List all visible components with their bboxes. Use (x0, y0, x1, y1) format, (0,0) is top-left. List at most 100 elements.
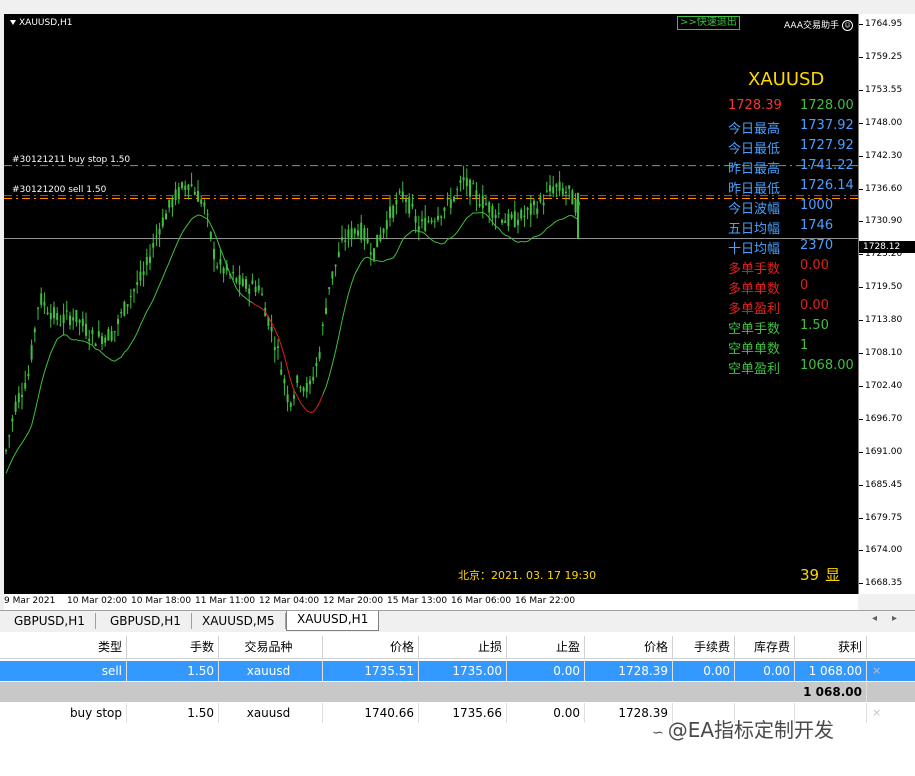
ma-segment (395, 246, 401, 254)
price-tick: 1719.50 (858, 282, 903, 293)
tab-xauusd-m5[interactable]: XAUUSD,M5 (192, 613, 286, 629)
column-header-profit[interactable]: 获利 (795, 636, 867, 658)
show-toggle[interactable]: 显 (825, 566, 840, 584)
ma-segment (549, 223, 554, 227)
candle-body (289, 402, 292, 407)
column-header-stop-loss[interactable]: 止损 (419, 636, 507, 658)
candle-body (33, 328, 36, 333)
chart-window[interactable]: XAUUSD,H1 >>快速退出 AAA交易助手 ☺ #30121211 buy … (0, 0, 915, 610)
candle-body (257, 285, 260, 291)
panel-row: 空单单数 1 (728, 338, 858, 357)
price-tick: 1708.10 (858, 348, 903, 358)
candle-body (299, 387, 302, 389)
candle-body (469, 179, 471, 197)
ma-segment (76, 339, 80, 342)
ma-segment (252, 302, 256, 306)
panel-value: 0 (800, 278, 809, 293)
column-header-lots[interactable]: 手数 (127, 636, 219, 658)
ma-segment (364, 256, 368, 259)
tab-gbpusd-h1-a[interactable]: GBPUSD,H1 (4, 613, 96, 629)
time-tick: 10 Mar 02:00 (67, 596, 128, 606)
column-header-price[interactable]: 价格 (585, 636, 673, 658)
candle-body (174, 189, 177, 201)
ma-segment (322, 386, 327, 395)
candle-body (219, 259, 222, 265)
candle-body (424, 217, 427, 231)
panel-value: 1726.14 (800, 178, 854, 193)
candle-body (478, 204, 481, 207)
tab-gbpusd-h1-b[interactable]: GBPUSD,H1 (100, 613, 192, 629)
candle-body (293, 395, 295, 399)
candle-body (110, 331, 113, 341)
price-tick: 1753.55 (858, 84, 903, 95)
candle-body (133, 289, 135, 292)
candle-body (481, 195, 484, 209)
tab-scroll-right-icon[interactable]: ▸ (892, 613, 897, 624)
cell-type: buy stop (0, 703, 127, 723)
ma-segment (197, 214, 202, 217)
price-chart[interactable]: XAUUSD,H1 >>快速退出 AAA交易助手 ☺ #30121211 buy … (4, 14, 858, 594)
candle-body (360, 222, 363, 240)
close-order-icon[interactable]: × (872, 703, 881, 723)
candle-body (542, 202, 545, 206)
tab-xauusd-h1[interactable]: XAUUSD,H1 (286, 611, 380, 631)
price-tick: 1685.45 (858, 479, 903, 490)
candle-body (363, 228, 366, 241)
column-header-symbol[interactable]: 交易品种 (219, 636, 323, 658)
total-profit: 1 068.00 (795, 682, 867, 702)
candle-body (437, 215, 439, 220)
panel-row: 1728.39 1728.00 (728, 98, 858, 116)
tab-scroll-left-icon[interactable]: ◂ (872, 613, 877, 624)
panel-label: 1728.39 (728, 98, 782, 113)
ma-segment (434, 241, 439, 244)
ma-segment (5, 465, 10, 474)
column-header-commission[interactable]: 手续费 (673, 636, 735, 658)
panel-value: 1 (800, 338, 809, 353)
panel-value: 1727.92 (800, 138, 854, 153)
ma-segment (34, 398, 39, 413)
table-row[interactable]: sell 1.50 xauusd 1735.51 1735.00 0.00 1728.39 0… (0, 661, 915, 681)
ma-segment (242, 295, 247, 299)
panel-row: 多单盈利 0.00 (728, 298, 858, 317)
candle-body (75, 309, 78, 322)
ma-segment (338, 320, 343, 337)
candle-body (168, 199, 171, 208)
ma-segment (104, 355, 109, 359)
ma-segment (194, 214, 199, 218)
column-header-type[interactable]: 类型 (0, 636, 127, 658)
ma-segment (459, 222, 465, 228)
candle-body (520, 209, 523, 219)
candle-body (139, 271, 142, 281)
ma-segment (127, 343, 132, 350)
panel-row: 今日波幅 1000 (728, 198, 858, 217)
cell-symbol: xauusd (219, 703, 323, 723)
close-order-icon[interactable]: × (872, 661, 881, 681)
panel-label: 今日最低 (728, 142, 781, 157)
ma-segment (165, 262, 170, 270)
quick-exit-button[interactable]: >>快速退出 (677, 16, 740, 30)
ma-segment (424, 233, 429, 238)
ma-segment (136, 324, 141, 333)
ma-segment (130, 338, 135, 345)
ma-segment (146, 305, 151, 312)
candle-body (283, 378, 286, 384)
panel-row: 空单盈利 1068.00 (728, 358, 858, 377)
candle-body (417, 226, 420, 231)
candle-body (552, 186, 555, 194)
column-header-open-price[interactable]: 价格 (323, 636, 419, 658)
price-tick: 1702.40 (858, 380, 903, 391)
candle-body (488, 202, 491, 213)
panel-value: 1741.22 (800, 158, 854, 173)
panel-label: 空单手数 (728, 322, 781, 337)
candle-body (59, 324, 62, 326)
candle-body (440, 216, 443, 218)
candle-body (129, 295, 132, 297)
cell-stop-loss: 1735.66 (419, 703, 507, 723)
column-header-take-profit[interactable]: 止盈 (507, 636, 585, 658)
column-header-swap[interactable]: 库存费 (735, 636, 795, 658)
dropdown-arrow-icon[interactable] (10, 20, 16, 25)
ma-segment (175, 239, 180, 248)
candle-body (286, 394, 289, 403)
candle-body (427, 220, 430, 222)
candle-body (558, 181, 561, 191)
